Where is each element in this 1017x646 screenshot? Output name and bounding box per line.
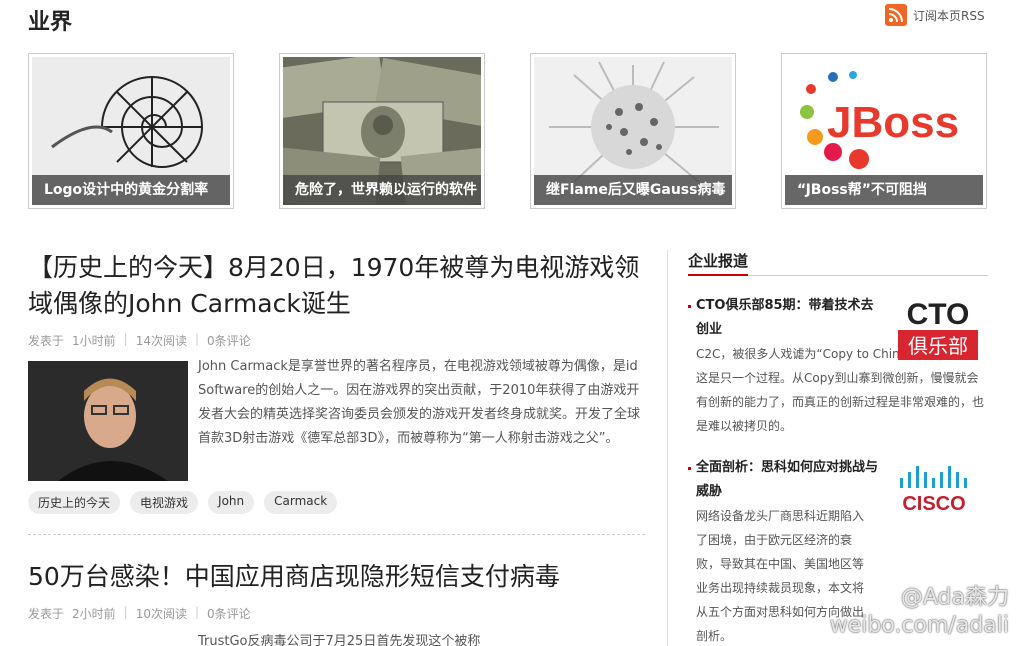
svg-text:CISCO: CISCO	[902, 493, 965, 515]
meta-reads: 14次阅读	[135, 334, 187, 348]
meta-posted-label: 发表于	[28, 334, 65, 348]
jboss-logo-image: JBoss “JBoss帮”不可阻挡	[785, 57, 983, 205]
tag-list: 历史上的今天 电视游戏 John Carmack	[28, 491, 648, 514]
meta-separator: |	[123, 605, 128, 619]
article-meta: 发表于 1小时前 | 14次阅读 | 0条评论	[28, 332, 648, 349]
article-summary: TrustGo反病毒公司于7月25日首先发现这个被称	[198, 634, 481, 646]
meta-time: 2小时前	[72, 607, 116, 621]
nautilus-shell-image: Logo设计中的黄金分割率	[32, 57, 230, 205]
article-summary: John Carmack是享誉世界的著名程序员，在电视游戏领域被尊为偶像，是id…	[198, 359, 641, 446]
cisco-logo[interactable]: CISCO	[888, 458, 988, 524]
featured-card-software-danger[interactable]: 危险了，世界赖以运行的软件	[279, 53, 485, 209]
sidebar-item-title[interactable]: 全面剖析：思科如何应对挑战与威胁	[688, 456, 878, 504]
featured-caption: “JBoss帮”不可阻挡	[785, 175, 983, 205]
rss-label: 订阅本页RSS	[913, 8, 985, 23]
dollar-bills-image: 危险了，世界赖以运行的软件	[283, 57, 481, 205]
article-thumbnail[interactable]	[28, 361, 188, 481]
meta-posted-label: 发表于	[28, 607, 65, 621]
sidebar-item: CTO俱乐部85期：带着技术去创业 C2C，被很多人戏谑为“Copy to Ch…	[688, 294, 988, 438]
article: 【历史上的今天】8月20日，1970年被尊为电视游戏领域偶像的John Carm…	[28, 250, 648, 535]
rss-icon	[885, 4, 907, 26]
article-list: 【历史上的今天】8月20日，1970年被尊为电视游戏领域偶像的John Carm…	[28, 250, 648, 646]
article: 50万台感染！中国应用商店现隐形短信支付病毒 发表于 2小时前 | 10次阅读 …	[28, 559, 648, 646]
featured-caption: 危险了，世界赖以运行的软件	[283, 175, 481, 205]
featured-card-gauss-virus[interactable]: 继Flame后又曝Gauss病毒	[530, 53, 736, 209]
article-meta: 发表于 2小时前 | 10次阅读 | 0条评论	[28, 605, 648, 622]
featured-card-golden-ratio[interactable]: Logo设计中的黄金分割率	[28, 53, 234, 209]
tag[interactable]: John	[208, 491, 255, 514]
divider	[28, 534, 645, 535]
page-title: 业界	[28, 10, 73, 35]
featured-card-jboss[interactable]: JBoss “JBoss帮”不可阻挡	[781, 53, 987, 209]
weibo-watermark: @Ada森力 weibo.com/adali	[829, 585, 1009, 638]
meta-comments[interactable]: 0条评论	[207, 605, 251, 622]
sidebar-heading: 企业报道	[688, 250, 988, 276]
article-title[interactable]: 50万台感染！中国应用商店现隐形短信支付病毒	[28, 559, 648, 595]
featured-caption: Logo设计中的黄金分割率	[32, 175, 230, 205]
svg-text:俱乐部: 俱乐部	[908, 334, 968, 358]
meta-comments[interactable]: 0条评论	[207, 332, 251, 349]
article-title[interactable]: 【历史上的今天】8月20日，1970年被尊为电视游戏领域偶像的John Carm…	[28, 250, 648, 322]
featured-strip: Logo设计中的黄金分割率 危险了，世界赖以运行的软件 继Flame后又曝Gau…	[28, 53, 988, 209]
tag[interactable]: Carmack	[264, 491, 338, 514]
cto-club-logo[interactable]: CTO 俱乐部	[888, 296, 988, 362]
rss-subscribe-link[interactable]: 订阅本页RSS	[885, 4, 985, 26]
meta-separator: |	[194, 332, 200, 346]
meta-separator: |	[194, 605, 200, 619]
virus-model-image: 继Flame后又曝Gauss病毒	[534, 57, 732, 205]
svg-text:CTO: CTO	[907, 298, 970, 331]
tag[interactable]: 电视游戏	[130, 491, 199, 514]
featured-caption: 继Flame后又曝Gauss病毒	[534, 175, 732, 205]
jboss-logo-text: JBoss	[827, 98, 959, 147]
sidebar-item-title[interactable]: CTO俱乐部85期：带着技术去创业	[688, 294, 878, 342]
column-separator	[667, 250, 668, 646]
meta-time: 1小时前	[72, 334, 116, 348]
article-thumbnail[interactable]	[28, 636, 188, 646]
tag[interactable]: 历史上的今天	[28, 491, 121, 514]
meta-reads: 10次阅读	[135, 607, 187, 621]
meta-separator: |	[123, 332, 128, 346]
